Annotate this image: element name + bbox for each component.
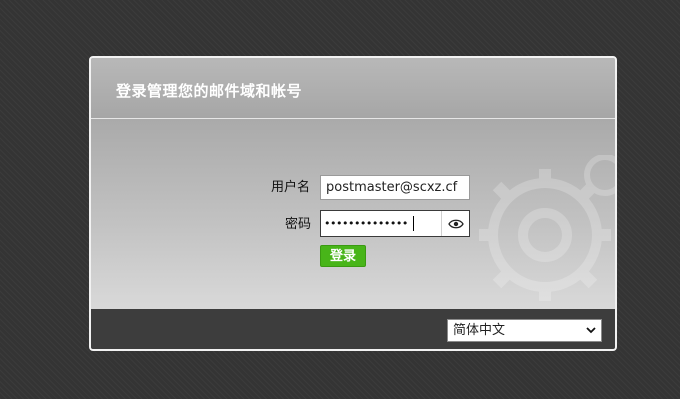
panel-title: 登录管理您的邮件域和帐号	[116, 82, 303, 100]
username-input[interactable]	[320, 175, 470, 200]
language-select-value: 简体中文	[453, 323, 506, 338]
login-form: 用户名 密码 •••••••••••••• 登录	[91, 119, 615, 309]
chevron-down-icon	[586, 327, 596, 334]
password-mask: ••••••••••••••	[324, 217, 408, 230]
text-caret	[413, 216, 414, 231]
panel-footer: 简体中文	[91, 309, 615, 349]
login-panel: 登录管理您的邮件域和帐号 用户名 密码	[89, 56, 617, 351]
password-input[interactable]: ••••••••••••••	[320, 210, 470, 237]
gears-icon	[479, 155, 615, 301]
language-select[interactable]: 简体中文	[447, 319, 602, 342]
login-button[interactable]: 登录	[320, 245, 366, 267]
username-label: 用户名	[271, 180, 311, 195]
eye-icon[interactable]	[441, 211, 469, 236]
password-label: 密码	[285, 217, 312, 232]
panel-header: 登录管理您的邮件域和帐号	[91, 58, 615, 119]
